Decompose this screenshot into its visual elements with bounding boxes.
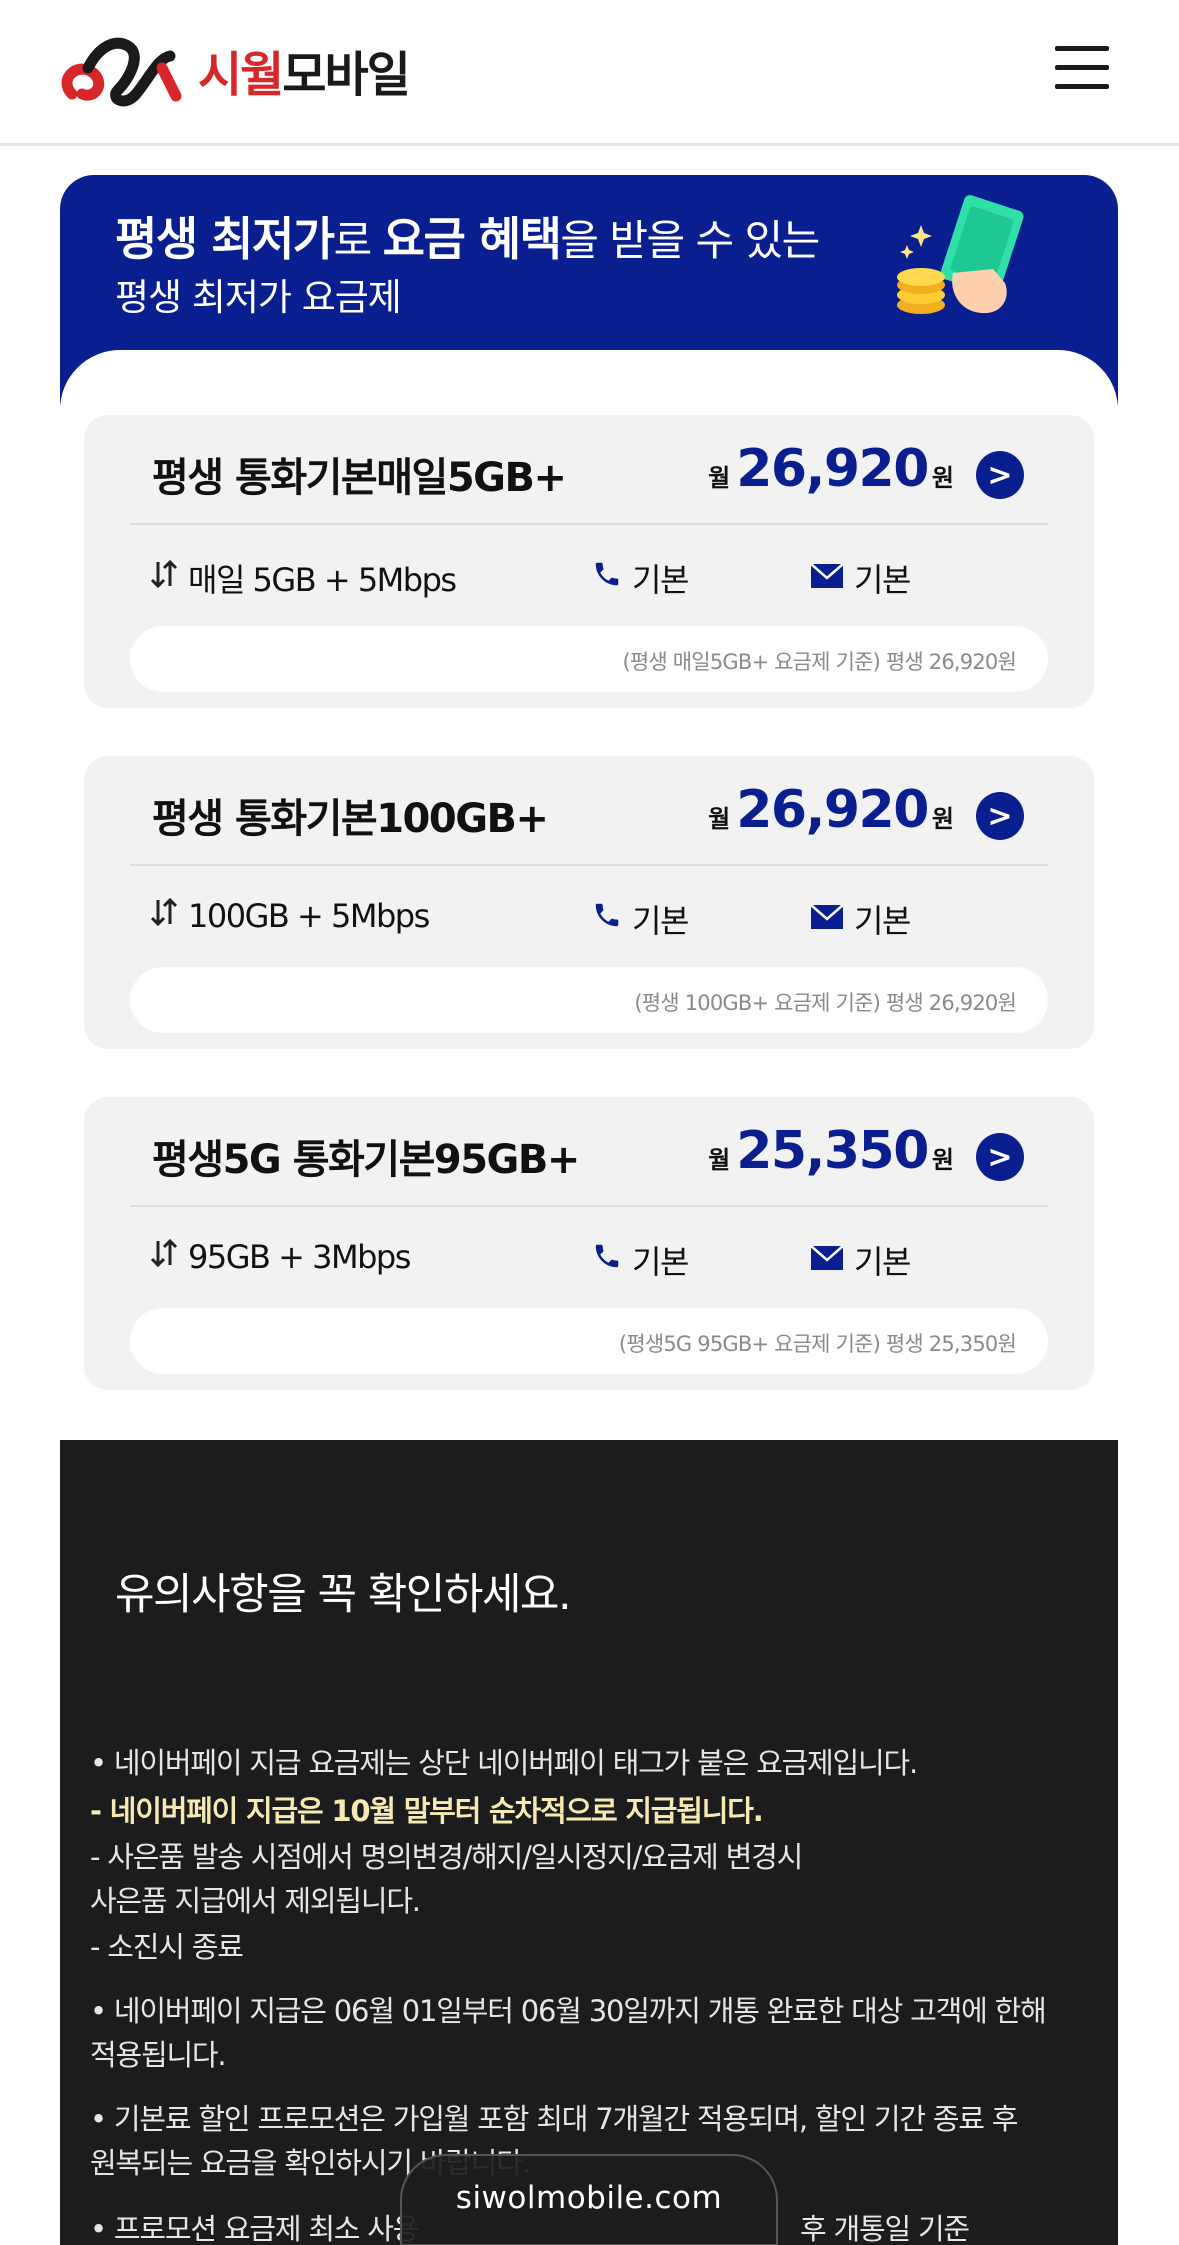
notice-item: • 프로모션 요금제 최소 사용 bbox=[90, 2212, 419, 2245]
notice-item: • 기본료 할인 프로모션은 가입월 포함 최대 7개월간 적용되며, 할인 기… bbox=[90, 2102, 1018, 2136]
banner-text-1: 로 bbox=[333, 216, 383, 265]
banner-text-2: 을 받을 수 있는 bbox=[560, 216, 820, 265]
siwol-logo-mark-icon bbox=[61, 37, 182, 107]
call-feature: 기본 bbox=[592, 555, 689, 601]
plan-price: 월 25,350 원 bbox=[708, 1121, 954, 1181]
plan-card[interactable]: 평생 통화기본100GB+ 월 26,920 원 > 100GB + 5Mbps… bbox=[84, 756, 1094, 1049]
banner-bold-1: 평생 최저가 bbox=[115, 212, 335, 266]
call-feature: 기본 bbox=[592, 896, 689, 942]
data-arrows-icon bbox=[150, 896, 178, 936]
plan-name: 평생 통화기본100GB+ bbox=[152, 796, 549, 842]
plan-name: 평생5G 통화기본95GB+ bbox=[152, 1137, 580, 1183]
notice-item: 적용됩니다. bbox=[90, 2038, 227, 2072]
notice-item: 사은품 지급에서 제외됩니다. bbox=[90, 1884, 421, 1918]
notice-item: - 사은품 발송 시점에서 명의변경/해지/일시정지/요금제 변경시 bbox=[90, 1840, 803, 1874]
sms-feature: 기본 bbox=[810, 1237, 911, 1283]
envelope-icon bbox=[810, 900, 844, 938]
chevron-right-icon[interactable]: > bbox=[976, 451, 1024, 499]
logo-text-black: 모바일 bbox=[282, 47, 410, 103]
notice-item: 후 개통일 기준 bbox=[800, 2212, 970, 2245]
data-feature: 100GB + 5Mbps bbox=[150, 896, 430, 936]
notice-section: 유의사항을 꼭 확인하세요. • 네이버페이 지급 요금제는 상단 네이버페이 … bbox=[60, 1440, 1118, 2245]
chevron-right-icon[interactable]: > bbox=[976, 1133, 1024, 1181]
site-header: 시월 모바일 bbox=[0, 0, 1179, 146]
plan-card[interactable]: 평생5G 통화기본95GB+ 월 25,350 원 > 95GB + 3Mbps… bbox=[84, 1097, 1094, 1390]
envelope-icon bbox=[810, 559, 844, 597]
notice-item: - 소진시 종료 bbox=[90, 1930, 244, 1964]
money-hand-illustration-icon bbox=[897, 195, 1024, 314]
notice-item: • 네이버페이 지급은 06월 01일부터 06월 30일까지 개통 완료한 대… bbox=[90, 1994, 1047, 2028]
data-arrows-icon bbox=[150, 558, 178, 598]
plan-card[interactable]: 평생 통화기본매일5GB+ 월 26,920 원 > 매일 5GB + 5Mbp… bbox=[84, 415, 1094, 708]
url-bar-pill[interactable]: siwolmobile.com bbox=[400, 2154, 778, 2245]
data-arrows-icon bbox=[150, 1237, 178, 1277]
plan-section: 평생 최저가로 요금 혜택을 받을 수 있는 평생 최저가 요금제 평생 통화기… bbox=[60, 175, 1118, 2245]
plan-name: 평생 통화기본매일5GB+ bbox=[152, 455, 567, 501]
data-feature: 매일 5GB + 5Mbps bbox=[150, 555, 457, 601]
plan-note: (평생5G 95GB+ 요금제 기준) 평생 25,350원 bbox=[130, 1308, 1048, 1374]
plan-price: 월 26,920 원 bbox=[708, 780, 954, 840]
banner-subheadline: 평생 최저가 요금제 bbox=[115, 276, 402, 319]
plan-price: 월 26,920 원 bbox=[708, 439, 954, 499]
phone-icon bbox=[592, 1241, 622, 1279]
phone-icon bbox=[592, 559, 622, 597]
notice-title: 유의사항을 꼭 확인하세요. bbox=[115, 1570, 572, 1620]
banner-bold-2: 요금 혜택 bbox=[382, 212, 562, 266]
sms-feature: 기본 bbox=[810, 896, 911, 942]
banner-headline: 평생 최저가로 요금 혜택을 받을 수 있는 bbox=[115, 203, 820, 269]
sms-feature: 기본 bbox=[810, 555, 911, 601]
url-text: siwolmobile.com bbox=[455, 2180, 723, 2216]
envelope-icon bbox=[810, 1241, 844, 1279]
logo-text-red: 시월 bbox=[198, 47, 284, 103]
call-feature: 기본 bbox=[592, 1237, 689, 1283]
data-feature: 95GB + 3Mbps bbox=[150, 1237, 411, 1277]
hamburger-menu-icon[interactable] bbox=[1055, 44, 1109, 92]
brand-logo[interactable]: 시월 모바일 bbox=[58, 28, 411, 112]
chevron-right-icon[interactable]: > bbox=[976, 792, 1024, 840]
notice-item-highlight: - 네이버페이 지급은 10월 말부터 순차적으로 지급됩니다. bbox=[90, 1794, 764, 1828]
phone-icon bbox=[592, 900, 622, 938]
notice-item: • 네이버페이 지급 요금제는 상단 네이버페이 태그가 붙은 요금제입니다. bbox=[90, 1746, 918, 1780]
plan-note: (평생 매일5GB+ 요금제 기준) 평생 26,920원 bbox=[130, 626, 1048, 692]
plan-note: (평생 100GB+ 요금제 기준) 평생 26,920원 bbox=[130, 967, 1048, 1033]
